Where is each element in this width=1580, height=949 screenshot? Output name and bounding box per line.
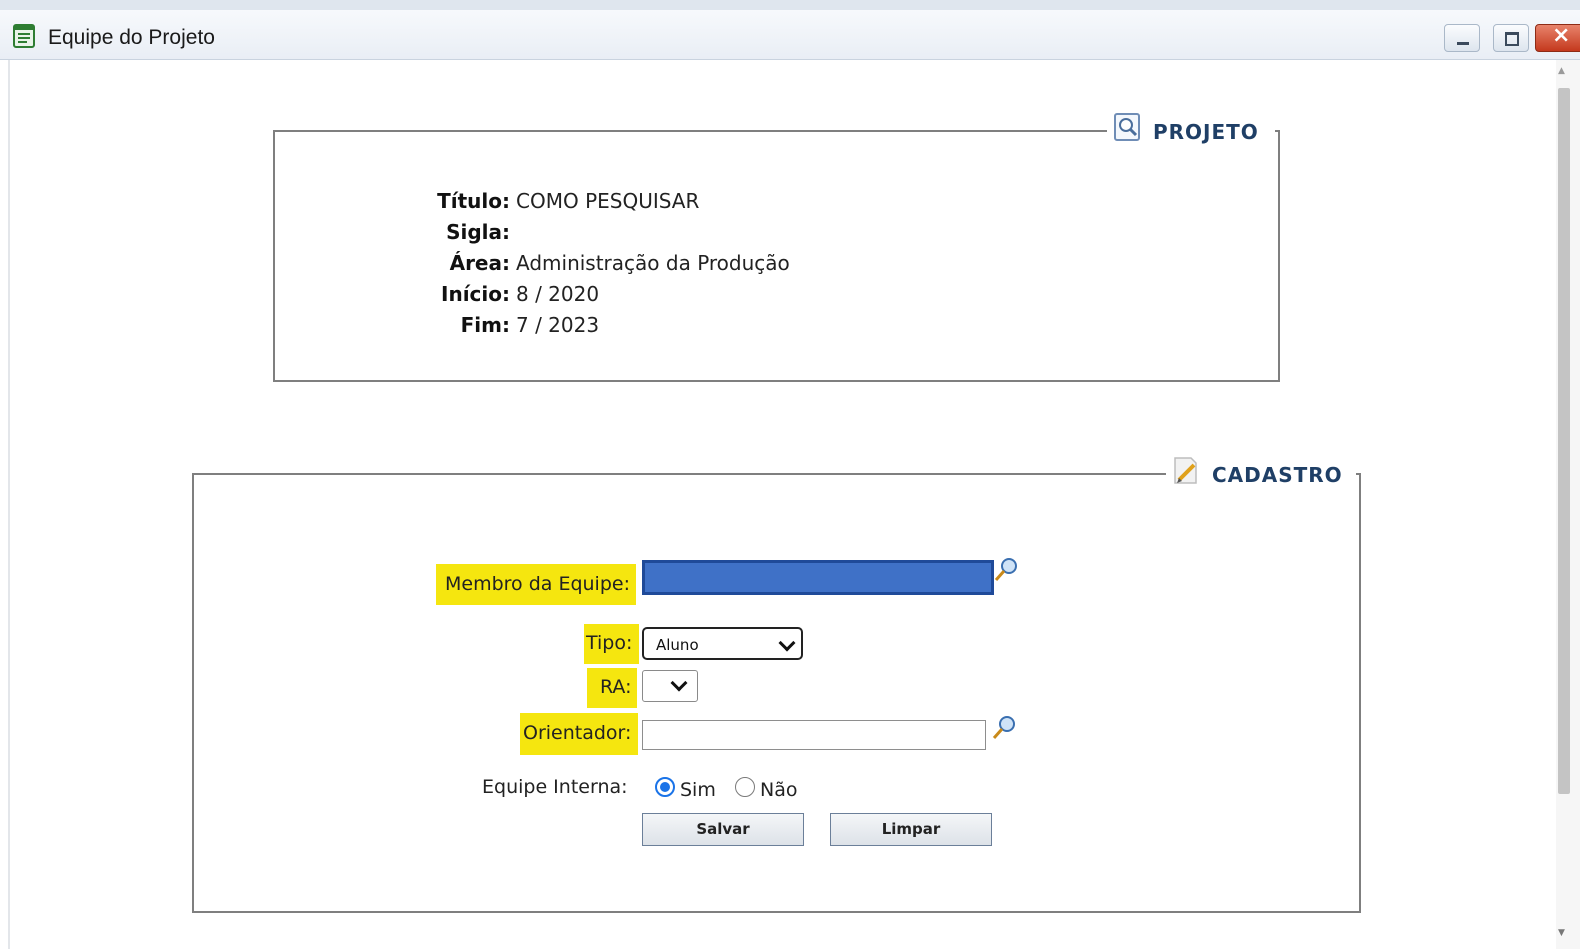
- edit-document-icon: [1174, 457, 1197, 484]
- membro-input[interactable]: [642, 560, 994, 595]
- minimize-icon: [1457, 42, 1469, 45]
- equipe-interna-label: Equipe Interna:: [482, 776, 628, 798]
- radio-sim-label: Sim: [680, 779, 716, 801]
- radio-nao[interactable]: [735, 777, 755, 797]
- scroll-down-icon[interactable]: ▼: [1558, 928, 1565, 938]
- tipo-selected-value: Aluno: [656, 636, 699, 654]
- search-icon[interactable]: [990, 714, 1018, 742]
- titulo-label: Título:: [437, 189, 510, 213]
- window-title-bar: Equipe do Projeto ×: [0, 0, 1580, 60]
- cadastro-legend: CADASTRO: [1166, 453, 1356, 487]
- fim-label: Fim:: [460, 313, 510, 337]
- inicio-label: Início:: [441, 282, 510, 306]
- projeto-legend-label: PROJETO: [1153, 120, 1259, 144]
- search-icon[interactable]: [992, 556, 1020, 584]
- projeto-legend: PROJETO: [1107, 110, 1275, 144]
- orientador-label: Orientador:: [523, 722, 632, 744]
- cadastro-legend-label: CADASTRO: [1212, 463, 1343, 487]
- scrollbar-thumb[interactable]: [1558, 88, 1570, 794]
- tipo-label: Tipo:: [586, 632, 633, 654]
- info-row-titulo: Título: COMO PESQUISAR: [380, 186, 790, 217]
- cadastro-fieldset: [192, 473, 1361, 913]
- magnifier-icon: [1114, 113, 1140, 141]
- ra-select[interactable]: [642, 670, 698, 702]
- inicio-value: 8 / 2020: [516, 282, 600, 306]
- maximize-icon: [1505, 32, 1519, 46]
- close-icon: ×: [1552, 23, 1571, 48]
- window-left-edge: [8, 60, 10, 949]
- scroll-up-icon[interactable]: ▲: [1558, 66, 1565, 76]
- radio-nao-label: Não: [760, 779, 798, 801]
- document-list-icon: [13, 24, 35, 48]
- maximize-button[interactable]: [1493, 24, 1529, 52]
- info-row-fim: Fim: 7 / 2023: [380, 310, 790, 341]
- close-button[interactable]: ×: [1535, 23, 1580, 52]
- membro-label: Membro da Equipe:: [445, 573, 630, 595]
- minimize-button[interactable]: [1444, 24, 1480, 52]
- radio-sim[interactable]: [655, 777, 675, 797]
- window-title: Equipe do Projeto: [48, 26, 215, 49]
- sigla-label: Sigla:: [446, 220, 510, 244]
- area-label: Área:: [449, 251, 510, 275]
- fim-value: 7 / 2023: [516, 313, 600, 337]
- chevron-down-icon: [670, 674, 688, 692]
- chevron-down-icon: [778, 634, 796, 652]
- info-row-inicio: Início: 8 / 2020: [380, 279, 790, 310]
- area-value: Administração da Produção: [516, 251, 790, 275]
- info-row-area: Área: Administração da Produção: [380, 248, 790, 279]
- ra-label: RA:: [600, 676, 632, 698]
- save-button[interactable]: Salvar: [642, 813, 804, 846]
- info-row-sigla: Sigla:: [380, 217, 790, 248]
- tipo-select[interactable]: Aluno: [642, 627, 803, 660]
- clear-button[interactable]: Limpar: [830, 813, 992, 846]
- project-info: Título: COMO PESQUISAR Sigla: Área: Admi…: [380, 186, 790, 341]
- orientador-input[interactable]: [642, 720, 986, 750]
- titulo-value: COMO PESQUISAR: [516, 189, 700, 213]
